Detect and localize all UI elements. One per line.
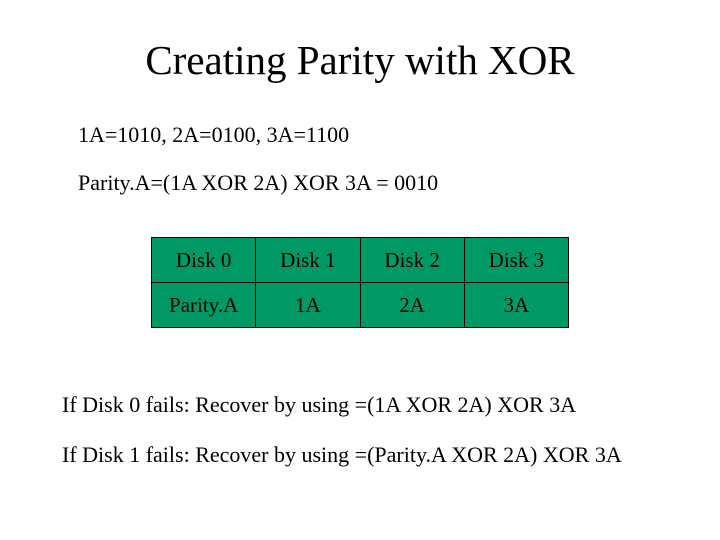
table-cell: Disk 2 — [360, 238, 464, 283]
parity-table: Disk 0 Disk 1 Disk 2 Disk 3 Parity.A 1A … — [151, 237, 569, 328]
table-cell: 1A — [256, 283, 360, 328]
slide-title: Creating Parity with XOR — [0, 36, 720, 84]
table-cell: Disk 0 — [152, 238, 256, 283]
table-cell: Disk 3 — [464, 238, 568, 283]
values-line: 1A=1010, 2A=0100, 3A=1100 — [78, 122, 349, 148]
table-row: Disk 0 Disk 1 Disk 2 Disk 3 — [152, 238, 569, 283]
table-row: Parity.A 1A 2A 3A — [152, 283, 569, 328]
table-cell: Parity.A — [152, 283, 256, 328]
recover-line-1: If Disk 0 fails: Recover by using =(1A X… — [62, 392, 576, 418]
recover-line-2: If Disk 1 fails: Recover by using =(Pari… — [62, 442, 622, 468]
table-cell: Disk 1 — [256, 238, 360, 283]
slide: Creating Parity with XOR 1A=1010, 2A=010… — [0, 0, 720, 540]
parity-formula-line: Parity.A=(1A XOR 2A) XOR 3A = 0010 — [78, 170, 438, 196]
table-cell: 2A — [360, 283, 464, 328]
table-cell: 3A — [464, 283, 568, 328]
